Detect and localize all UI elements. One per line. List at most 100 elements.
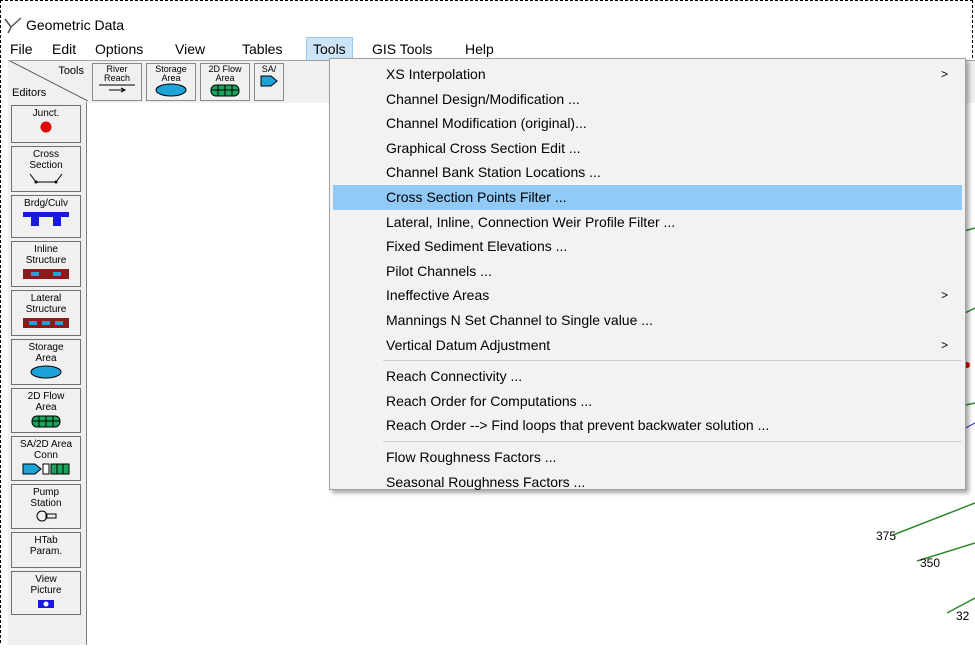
menu-item-label: Cross Section Points Filter ...: [386, 188, 567, 205]
2d-flow-area-label: 2D Flow Area: [208, 64, 242, 83]
sa-2d-conn-label: SA/: [261, 64, 277, 74]
menu-item-reach-order-find-loops-that-prevent-backwater-solution[interactable]: Reach Order --> Find loops that prevent …: [333, 413, 962, 438]
sidebar-item-label: Storage Area: [28, 342, 64, 364]
menu-item-reach-connectivity[interactable]: Reach Connectivity ...: [333, 364, 962, 389]
storage-area-label: Storage Area: [155, 64, 187, 83]
menu-item-lateral-inline-connection-weir-profile-filter[interactable]: Lateral, Inline, Connection Weir Profile…: [333, 210, 962, 235]
menu-gis-tools[interactable]: GIS Tools: [366, 38, 438, 60]
river-reach-tool-button[interactable]: River Reach: [92, 63, 142, 101]
lateral-structure-icon: [23, 318, 69, 328]
station-label: 350: [920, 556, 941, 570]
sidebar-htab-param-button[interactable]: HTab Param.: [11, 532, 81, 568]
sidebar-item-label: Cross Section: [29, 149, 63, 171]
menu-item-ineffective-areas[interactable]: Ineffective Areas >: [333, 283, 962, 308]
sidebar-item-label: SA/2D Area Conn: [19, 439, 73, 461]
menu-item-label: Vertical Datum Adjustment: [386, 336, 551, 353]
submenu-arrow-icon: >: [940, 288, 948, 303]
junction-icon: [40, 121, 52, 133]
menu-item-label: Channel Modification (original)...: [386, 115, 587, 132]
storage-area-tool-button[interactable]: Storage Area: [146, 63, 196, 101]
submenu-arrow-icon: >: [940, 67, 948, 81]
menu-tables[interactable]: Tables: [236, 38, 288, 60]
app-icon: [4, 17, 22, 34]
bridge-culvert-icon: [23, 212, 69, 226]
menu-item-label: Reach Order --> Find loops that prevent …: [386, 417, 770, 434]
menu-item-label: XS Interpolation: [386, 66, 486, 82]
menu-item-reach-order-for-computations[interactable]: Reach Order for Computations ...: [333, 389, 962, 414]
sidebar-pump-station-button[interactable]: Pump Station: [11, 484, 81, 529]
menu-separator: [383, 440, 962, 442]
sidebar-item-label: Brdg/Culv: [24, 198, 68, 209]
sidebar-storage-area-button[interactable]: Storage Area: [11, 339, 81, 385]
window-title: Geometric Data: [26, 17, 125, 33]
camera-icon: [38, 600, 54, 608]
menu-item-label: Ineffective Areas: [386, 287, 490, 304]
storage-area-icon: [30, 365, 62, 379]
sidebar-lateral-structure-button[interactable]: Lateral Structure: [11, 290, 81, 336]
editors-label: Editors: [12, 87, 47, 99]
sa-2d-conn-tool-button[interactable]: SA/: [254, 63, 284, 101]
sidebar-cross-section-button[interactable]: Cross Section: [11, 146, 81, 192]
inline-structure-icon: [23, 269, 69, 279]
river-reach-label: River Reach: [103, 64, 130, 83]
menu-item-label: Reach Connectivity ...: [386, 368, 523, 385]
sa-conn-icon: [260, 75, 278, 87]
sa-2d-area-conn-icon: [22, 463, 70, 475]
menu-item-cross-section-points-filter[interactable]: Cross Section Points Filter ...: [333, 184, 962, 210]
sidebar-item-label: HTab Param.: [29, 535, 63, 557]
menu-item-seasonal-roughness-factors[interactable]: Seasonal Roughness Factors ...: [333, 470, 962, 495]
submenu-arrow-icon: >: [940, 337, 948, 352]
menu-item-pilot-channels[interactable]: Pilot Channels ...: [333, 259, 962, 284]
sidebar-item-label: Lateral Structure: [25, 293, 67, 315]
tools-dropdown-menu: XS Interpolation > Channel Design/Modifica…: [329, 58, 966, 490]
tools-label: Tools: [58, 65, 84, 77]
menu-view[interactable]: View: [169, 38, 211, 60]
sidebar-inline-structure-button[interactable]: Inline Structure: [11, 241, 81, 287]
menu-options[interactable]: Options: [89, 38, 149, 60]
storage-area-icon: [155, 83, 187, 97]
menu-bar: File Edit Options View Tables Tools GIS Tools H…: [0, 37, 975, 61]
station-label: 32: [956, 609, 970, 623]
menu-item-graphical-cross-section-edit[interactable]: Graphical Cross Section Edit ...: [333, 136, 962, 161]
station-label: 375: [876, 529, 897, 543]
menu-item-xs-interpolation[interactable]: XS Interpolation >: [333, 62, 962, 87]
menu-item-vertical-datum-adjustment[interactable]: Vertical Datum Adjustment >: [333, 333, 962, 358]
menu-item-flow-roughness-factors[interactable]: Flow Roughness Factors ...: [333, 445, 962, 470]
menu-item-label: Pilot Channels ...: [386, 262, 492, 279]
menu-item-channel-modification-original[interactable]: Channel Modification (original)...: [333, 111, 962, 136]
sidebar-2d-flow-area-button[interactable]: 2D Flow Area: [11, 388, 81, 433]
tools-editors-header: Tools Editors: [10, 61, 88, 101]
menu-item-fixed-sediment-elevations[interactable]: Fixed Sediment Elevations ...: [333, 234, 962, 259]
menu-item-label: Channel Design/Modification ...: [386, 90, 580, 107]
title-bar: Geometric Data: [4, 14, 124, 36]
sidebar-view-picture-button[interactable]: View Picture: [11, 571, 81, 615]
2d-flow-area-tool-button[interactable]: 2D Flow Area: [200, 63, 250, 101]
sidebar-item-label: Inline Structure: [25, 244, 67, 266]
reach-arrow-icon: [99, 84, 135, 93]
2d-flow-area-icon: [31, 415, 61, 428]
menu-item-channel-bank-station-locations[interactable]: Channel Bank Station Locations ...: [333, 160, 962, 185]
sidebar-brdg-culv-button[interactable]: Brdg/Culv: [11, 195, 81, 238]
sidebar-sa-2d-area-conn-button[interactable]: SA/2D Area Conn: [11, 436, 81, 481]
2d-flow-area-icon: [210, 84, 240, 97]
menu-file[interactable]: File: [4, 38, 39, 60]
editors-sidebar: Junct. Cross Section Brdg/Culv Inline Structu…: [8, 102, 87, 645]
menu-item-label: Lateral, Inline, Connection Weir Profile…: [386, 213, 676, 230]
menu-help[interactable]: Help: [459, 38, 500, 60]
menu-separator: [383, 360, 962, 362]
menu-item-label: Mannings N Set Channel to Single value .…: [386, 311, 653, 328]
sidebar-item-label: Pump Station: [30, 487, 62, 509]
sidebar-item-label: Junct.: [32, 108, 60, 119]
sidebar-item-label: View Picture: [30, 574, 62, 596]
menu-item-label: Seasonal Roughness Factors ...: [386, 473, 586, 490]
pump-station-icon: [36, 510, 57, 522]
menu-edit[interactable]: Edit: [46, 38, 82, 60]
sidebar-item-label: 2D Flow Area: [27, 391, 65, 413]
menu-item-label: Channel Bank Station Locations ...: [386, 164, 601, 181]
menu-item-channel-design-modification[interactable]: Channel Design/Modification ...: [333, 87, 962, 112]
menu-item-mannings-n-set-channel-to-single-value[interactable]: Mannings N Set Channel to Single value .…: [333, 308, 962, 333]
cross-section-icon: [29, 173, 63, 184]
menu-item-label: Reach Order for Computations ...: [386, 392, 593, 409]
sidebar-junct-button[interactable]: Junct.: [11, 105, 81, 143]
menu-item-label: Flow Roughness Factors ...: [386, 448, 557, 465]
